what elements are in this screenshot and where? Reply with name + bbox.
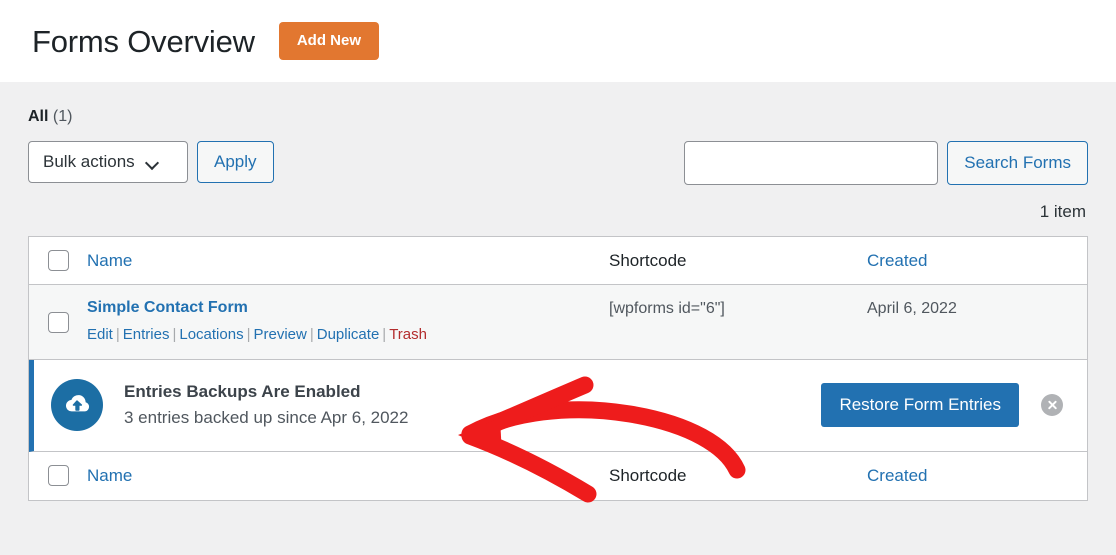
- item-count-label: 1 item: [1039, 202, 1086, 221]
- footer-column-shortcode: Shortcode: [609, 466, 867, 486]
- notice-title: Entries Backups Are Enabled: [124, 381, 361, 401]
- action-separator-4: |: [309, 325, 314, 343]
- filter-all-link[interactable]: All: [28, 108, 48, 125]
- row-shortcode-cell: [wpforms id="6"]: [609, 298, 867, 318]
- bulk-actions-select[interactable]: Bulk actions: [28, 141, 188, 183]
- action-separator-1: |: [115, 325, 120, 343]
- notice-text-block: Entries Backups Are Enabled 3 entries ba…: [124, 381, 821, 430]
- column-header-created: Created: [867, 251, 1087, 271]
- footer-column-name: Name: [87, 466, 609, 486]
- row-action-locations[interactable]: Locations: [179, 326, 243, 343]
- table-header-row: Name Shortcode Created: [29, 237, 1087, 285]
- action-separator-3: |: [246, 325, 251, 343]
- row-actions: Edit | Entries | Locations | Preview | Duplicate…: [87, 324, 609, 345]
- select-all-checkbox[interactable]: [47, 250, 69, 271]
- table-row: Simple Contact Form Edit | Entries | Locatio…: [29, 285, 1087, 360]
- column-header-name: Name: [87, 251, 609, 271]
- row-checkbox[interactable]: [47, 312, 69, 333]
- table-footer-row: Name Shortcode Created: [29, 451, 1087, 500]
- row-action-duplicate[interactable]: Duplicate: [317, 326, 380, 343]
- forms-table: Name Shortcode Created Simple Contact Fo…: [28, 236, 1088, 501]
- select-all-cell: [29, 250, 87, 271]
- page-header: Forms Overview Add New: [0, 0, 1116, 82]
- page-title: Forms Overview: [32, 23, 255, 59]
- row-action-preview[interactable]: Preview: [253, 326, 306, 343]
- status-filter-links: All (1): [28, 82, 1088, 125]
- row-action-edit[interactable]: Edit: [87, 326, 113, 343]
- filter-all-count: (1): [52, 108, 73, 125]
- footer-label-shortcode: Shortcode: [609, 465, 687, 485]
- apply-button[interactable]: Apply: [197, 141, 274, 183]
- footer-column-created: Created: [867, 466, 1087, 486]
- close-icon[interactable]: [1041, 394, 1063, 417]
- sort-link-name[interactable]: Name: [87, 251, 132, 270]
- page-body: All (1) Bulk actions Apply Search Forms …: [0, 82, 1116, 501]
- chevron-down-icon: [146, 156, 159, 169]
- action-separator-2: |: [172, 325, 177, 343]
- add-new-button[interactable]: Add New: [278, 22, 379, 60]
- select-all-footer-cell: [29, 465, 87, 487]
- action-separator-5: |: [382, 325, 387, 343]
- row-action-entries[interactable]: Entries: [123, 326, 170, 343]
- created-value: April 6, 2022: [867, 300, 957, 317]
- sort-link-name-footer[interactable]: Name: [87, 466, 132, 485]
- bulk-actions-selected-value: Bulk actions: [43, 152, 135, 171]
- row-created-cell: April 6, 2022: [867, 298, 1087, 318]
- sort-link-created[interactable]: Created: [867, 251, 927, 270]
- entries-backup-notice: Entries Backups Are Enabled 3 entries ba…: [29, 359, 1087, 452]
- search-row: Search Forms: [684, 141, 1088, 185]
- row-select-cell: [29, 298, 87, 333]
- cloud-upload-icon: [51, 379, 103, 432]
- row-name-cell: Simple Contact Form Edit | Entries | Locatio…: [87, 298, 609, 345]
- column-label-shortcode: Shortcode: [609, 250, 687, 270]
- restore-form-entries-button[interactable]: Restore Form Entries: [821, 383, 1019, 428]
- row-action-trash[interactable]: Trash: [389, 326, 427, 343]
- search-group: Search Forms 1 item: [684, 141, 1088, 222]
- shortcode-value: [wpforms id="6"]: [609, 300, 725, 317]
- search-forms-button[interactable]: Search Forms: [947, 141, 1088, 185]
- column-header-shortcode: Shortcode: [609, 251, 867, 271]
- notice-subtitle: 3 entries backed up since Apr 6, 2022: [124, 407, 409, 427]
- sort-link-created-footer[interactable]: Created: [867, 466, 927, 485]
- select-all-footer-checkbox[interactable]: [47, 465, 69, 487]
- table-nav-top: Bulk actions Apply Search Forms 1 item: [28, 141, 1088, 222]
- bulk-actions-group: Bulk actions Apply: [28, 141, 274, 183]
- form-name-link[interactable]: Simple Contact Form: [87, 298, 248, 319]
- search-input[interactable]: [684, 141, 939, 185]
